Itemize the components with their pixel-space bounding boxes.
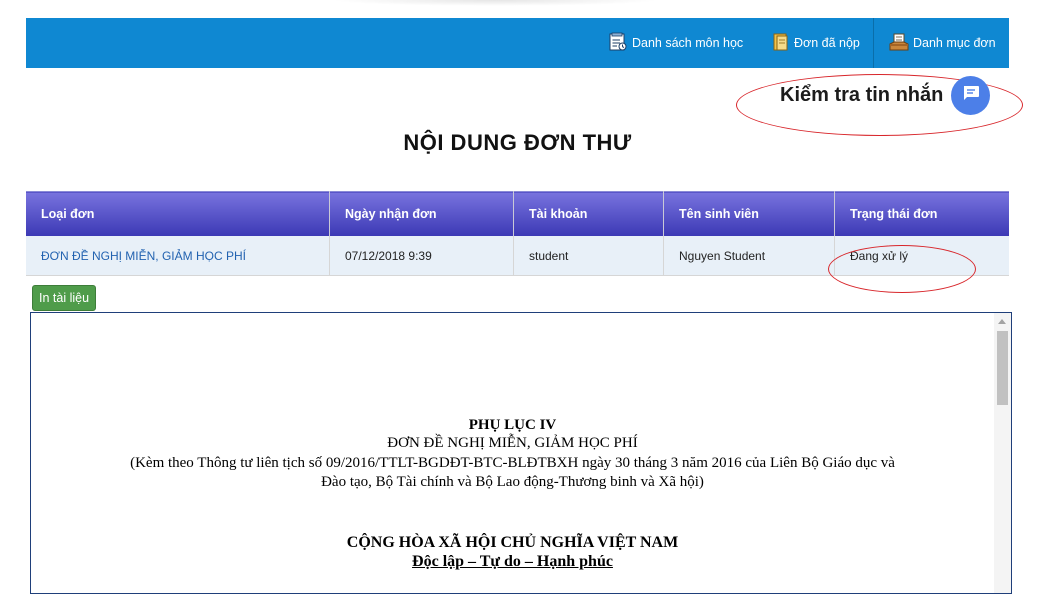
folder-icon — [772, 32, 790, 55]
page-title: NỘI DUNG ĐƠN THƯ — [403, 130, 632, 155]
check-messages-label: Kiểm tra tin nhắn — [780, 84, 944, 106]
document-list-icon — [608, 32, 628, 55]
document-motto: Độc lập – Tự do – Hạnh phúc — [412, 553, 613, 570]
nav-item-label: Danh sách môn học — [632, 36, 744, 50]
nav-item-categories[interactable]: Danh mục đơn — [889, 18, 996, 68]
nav-item-subject-list[interactable]: Danh sách môn học — [608, 18, 743, 68]
column-header-status[interactable]: Trạng thái đơn — [834, 191, 1009, 236]
account-cell: student — [513, 236, 664, 276]
inbox-tray-icon — [889, 32, 909, 55]
chat-bubble-icon — [961, 83, 981, 108]
request-type-link[interactable]: ĐƠN ĐỀ NGHỊ MIỄN, GIẢM HỌC PHÍ — [26, 236, 330, 276]
column-header-request-type[interactable]: Loại đơn — [26, 191, 330, 236]
column-header-student-name[interactable]: Tên sinh viên — [663, 191, 835, 236]
column-header-account[interactable]: Tài khoản — [513, 191, 664, 236]
annotation-ellipse — [828, 244, 976, 293]
document-appendix: PHỤ LỤC IV — [468, 417, 557, 433]
document-preview[interactable]: PHỤ LỤC IV ĐƠN ĐỀ NGHỊ MIỄN, GIẢM HỌC PH… — [30, 312, 1012, 594]
document-scrollbar[interactable] — [994, 313, 1011, 593]
check-messages-button[interactable] — [951, 76, 990, 115]
nav-item-submitted[interactable]: Đơn đã nộp — [772, 18, 860, 68]
received-date-cell: 07/12/2018 9:39 — [329, 236, 514, 276]
check-messages-annotation: Kiểm tra tin nhắn — [736, 74, 1023, 136]
status-wrapper: Đang xử lý — [828, 244, 1009, 293]
column-header-received-date[interactable]: Ngày nhận đơn — [329, 191, 514, 236]
document-form-name: ĐƠN ĐỀ NGHỊ MIỄN, GIẢM HỌC PHÍ — [387, 435, 638, 451]
status-cell: Đang xử lý — [828, 236, 1009, 293]
document-nation: CỘNG HÒA XÃ HỘI CHỦ NGHĨA VIỆT NAM — [346, 534, 679, 551]
table-header-row: Loại đơn Ngày nhận đơn Tài khoản Tên sin… — [26, 191, 1009, 236]
document-reference-line-2: Đào tạo, Bộ Tài chính và Bộ Lao động-Thư… — [321, 474, 704, 490]
request-table: Loại đơn Ngày nhận đơn Tài khoản Tên sin… — [26, 191, 1009, 293]
print-document-button[interactable]: In tài liệu — [32, 285, 97, 311]
nav-divider — [873, 18, 874, 68]
nav-item-label: Danh mục đơn — [913, 36, 996, 50]
scrollbar-thumb[interactable] — [997, 331, 1008, 405]
scroll-up-arrow-icon[interactable] — [998, 319, 1006, 324]
nav-item-label: Đơn đã nộp — [794, 36, 860, 50]
top-navbar: Danh sách môn học Đơn đã nộp Danh mục đơ… — [26, 18, 1009, 68]
document-reference-line-1: (Kèm theo Thông tư liên tịch số 09/2016/… — [130, 455, 895, 471]
table-row[interactable]: ĐƠN ĐỀ NGHỊ MIỄN, GIẢM HỌC PHÍ 07/12/201… — [26, 236, 1009, 293]
top-shadow — [330, 0, 660, 6]
student-name-cell: Nguyen Student — [663, 236, 835, 276]
